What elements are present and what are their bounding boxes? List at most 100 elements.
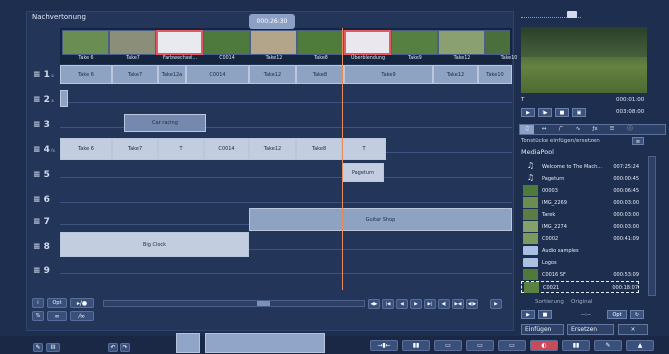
clip-big-clock[interactable]: Big Clock — [60, 232, 249, 257]
tab-info[interactable]: ⓘ — [623, 125, 637, 134]
pool-item[interactable]: Logos — [521, 257, 639, 269]
transport-button[interactable]: ▶| — [424, 299, 436, 309]
track-lane[interactable] — [60, 177, 512, 178]
track-number[interactable]: ≡ 8 — [33, 242, 50, 252]
clip-track1[interactable]: Take10 — [478, 65, 512, 84]
transport-button[interactable]: |◀ — [382, 299, 394, 309]
replace-button[interactable]: Ersetzen — [567, 324, 614, 335]
timeline-scrollbar[interactable] — [103, 300, 365, 307]
transport-button[interactable]: ▶ — [490, 299, 502, 309]
clip-track4[interactable]: T — [158, 138, 204, 160]
track-number[interactable]: ≡ 7 — [33, 217, 50, 227]
info-button[interactable]: i — [32, 298, 44, 308]
pool-item[interactable]: IMG_2274 000:03:00 — [521, 221, 639, 233]
opt-button[interactable]: Opt — [47, 298, 67, 308]
pool-opt-button[interactable]: Opt — [607, 310, 627, 319]
scrollbar-thumb[interactable] — [257, 301, 270, 306]
pool-item[interactable]: ♫ Pageturn 000:00:45 — [521, 173, 639, 185]
join-icon: ▶◀ — [454, 302, 462, 307]
pool-item[interactable]: IMG_2269 000:03:00 — [521, 197, 639, 209]
clip-track4[interactable]: C0014 — [204, 138, 249, 160]
stop-button[interactable]: ■ — [555, 108, 569, 117]
clip-pageturn[interactable]: Pageturn — [342, 163, 384, 182]
track-number[interactable]: ≡ 6 — [33, 195, 50, 205]
volume-thumb[interactable] — [567, 11, 577, 18]
clip-car-racing[interactable]: Car racing — [124, 114, 206, 132]
track-number[interactable]: ≡ 9 — [33, 266, 50, 276]
transport-button[interactable]: ◀| — [438, 299, 450, 309]
unlink-button[interactable]: ⁄∞ — [70, 311, 94, 321]
tab-trim[interactable]: ↔ — [537, 125, 551, 134]
toolbar-button[interactable]: ▭ — [466, 340, 494, 351]
toolbar-button[interactable]: ▮▮ — [562, 340, 590, 351]
clip-track1[interactable]: Take 6 — [60, 65, 112, 84]
pool-item[interactable]: ♫ Welcome to The Mach... 007:25:24 — [521, 161, 639, 173]
pool-stop-button[interactable]: ■ — [538, 310, 552, 319]
track-number[interactable]: ≡ 5 — [33, 170, 50, 180]
tab-fade[interactable]: ∕‾ — [554, 125, 568, 134]
tab-audio[interactable]: ♫ — [520, 125, 534, 134]
transport-button[interactable]: ▶ — [410, 299, 422, 309]
track-lane[interactable] — [60, 273, 512, 274]
pool-item[interactable]: Audio samples — [521, 245, 639, 257]
insert-button[interactable]: Einfügen — [521, 324, 564, 335]
track-number[interactable]: ≡ 1 a — [33, 70, 54, 80]
clip-track4[interactable]: Take12 — [249, 138, 296, 160]
pool-item[interactable]: Tarek 000:03:00 — [521, 209, 639, 221]
undo-button[interactable]: ↶ — [108, 343, 118, 352]
clip-track1[interactable]: Take8 — [296, 65, 344, 84]
track-lane[interactable] — [60, 102, 512, 103]
link-button[interactable]: ∞ — [47, 311, 67, 321]
clip-track1[interactable]: Take7 — [112, 65, 158, 84]
clip-track1[interactable]: Take12 — [433, 65, 478, 84]
pool-menu-button[interactable]: ≡ — [632, 137, 644, 145]
percent-button[interactable]: % — [32, 311, 44, 321]
clip-track4[interactable]: Take 6 — [60, 138, 112, 160]
pool-item[interactable]: C0016 SF 000:53:09 — [521, 269, 639, 281]
pool-play-button[interactable]: ▶ — [521, 310, 535, 319]
clip-track1[interactable]: C0014 — [186, 65, 249, 84]
pool-refresh-button[interactable]: ↻ — [630, 310, 644, 319]
close-button[interactable]: × — [618, 324, 648, 335]
clip-track2[interactable] — [60, 90, 68, 107]
fullscreen-button[interactable]: ▣ — [572, 108, 586, 117]
toolbar-button[interactable]: ▭ — [498, 340, 526, 351]
transport-button[interactable]: ◀▶ — [368, 299, 380, 309]
clip-track1[interactable]: Take12 — [249, 65, 296, 84]
tab-mixer[interactable]: ☰ — [605, 125, 619, 134]
clip-track1[interactable]: Take9 — [344, 65, 433, 84]
bottom-block-a[interactable] — [176, 333, 200, 353]
clip-track1[interactable]: Take12a — [158, 65, 186, 84]
track-lane[interactable] — [60, 202, 512, 203]
clip-track4[interactable]: Take8 — [296, 138, 342, 160]
playhead[interactable] — [342, 28, 343, 290]
track-number[interactable]: ≡ 2 a — [33, 95, 54, 105]
toolbar-button[interactable]: ◐ — [530, 340, 558, 351]
tab-envelope[interactable]: ∿ — [571, 125, 585, 134]
bottom-block-b[interactable] — [205, 333, 325, 353]
pool-item[interactable]: C0021 000:18:07 — [521, 281, 639, 293]
toolbar-button[interactable]: ▲ — [626, 340, 654, 351]
tool-button[interactable]: ✎ — [33, 343, 43, 352]
tab-fx[interactable]: ƒx — [588, 125, 602, 134]
pool-item[interactable]: C0002 000:41:09 — [521, 233, 639, 245]
track-number[interactable]: ≡ 3 — [33, 120, 50, 130]
clip-track4[interactable]: Take7 — [112, 138, 158, 160]
play-button[interactable]: ▶ — [521, 108, 535, 117]
pool-scrollbar[interactable] — [648, 156, 656, 296]
transport-button[interactable]: ▶◀ — [452, 299, 464, 309]
toolbar-button[interactable]: ▮▮ — [402, 340, 430, 351]
toolbar-button[interactable]: ✎ — [594, 340, 622, 351]
split-button[interactable]: III — [46, 343, 60, 352]
transport-button[interactable]: ◀|▶ — [466, 299, 478, 309]
record-button[interactable]: ▸/● — [70, 298, 94, 308]
toolbar-button[interactable]: →▮← — [370, 340, 398, 351]
pool-item[interactable]: 00003 000:06:45 — [521, 185, 639, 197]
track-number[interactable]: ≡ 4 fx — [33, 145, 55, 155]
transport-button[interactable]: ◀ — [396, 299, 408, 309]
step-button[interactable]: I▶ — [538, 108, 552, 117]
clip-guitar-shop[interactable]: Guitar Shop — [249, 208, 512, 231]
clip-track4[interactable]: T — [342, 138, 386, 160]
toolbar-button[interactable]: ▭ — [434, 340, 462, 351]
redo-button[interactable]: ↷ — [120, 343, 130, 352]
